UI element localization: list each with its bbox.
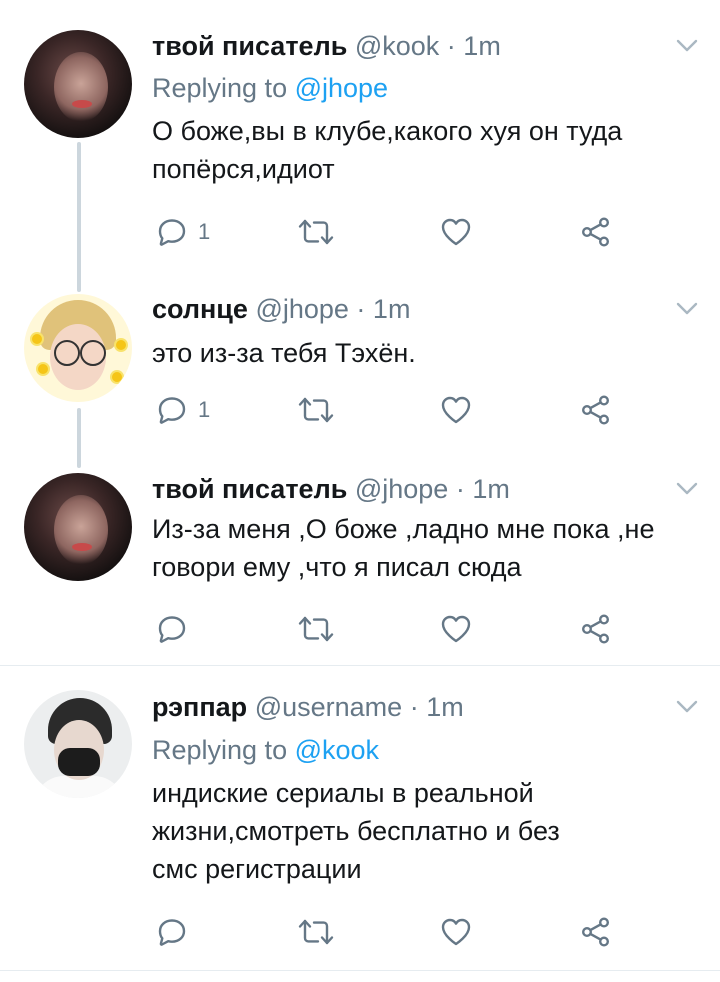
timestamp[interactable]: 1m xyxy=(472,474,510,504)
display-name[interactable]: твой писатель xyxy=(152,474,347,504)
retweet-button[interactable] xyxy=(298,212,334,252)
replying-handle-link[interactable]: @kook xyxy=(295,735,379,765)
retweet-icon xyxy=(298,916,334,948)
reply-icon xyxy=(156,216,188,248)
share-button[interactable] xyxy=(580,912,612,952)
avatar[interactable] xyxy=(24,473,132,581)
heart-icon xyxy=(440,394,472,426)
share-button[interactable] xyxy=(580,609,612,649)
user-handle[interactable]: @kook xyxy=(355,31,439,61)
tweet-text: это из-за тебя Тэхён. xyxy=(152,334,697,372)
share-button[interactable] xyxy=(580,390,612,430)
tweet-text: Из-за меня ,О боже ,ладно мне пока ,не г… xyxy=(152,510,697,586)
tweet-text-line: жизни,смотреть бесплатно и без xyxy=(152,816,560,846)
chevron-down-icon[interactable] xyxy=(676,302,698,316)
tweet-text-line: Из-за меня ,О боже ,ладно мне пока ,не xyxy=(152,514,655,544)
reply-icon xyxy=(156,394,188,426)
tweet-text-line: смс регистрации xyxy=(152,854,362,884)
tweet-text: индиские сериалы в реальной жизни,смотре… xyxy=(152,774,697,888)
chevron-down-icon[interactable] xyxy=(676,39,698,53)
tweet-text-line: попёрся,идиот xyxy=(152,154,335,184)
tweet-header: рэппар @username · 1m xyxy=(152,694,464,721)
reply-count: 1 xyxy=(198,397,211,422)
like-button[interactable] xyxy=(440,609,472,649)
retweet-button[interactable] xyxy=(298,912,334,952)
replying-handle-link[interactable]: @jhope xyxy=(295,73,388,103)
avatar[interactable] xyxy=(24,690,132,798)
tweet-text-line: О боже,вы в клубе,какого хуя он туда xyxy=(152,116,623,146)
reply-button[interactable] xyxy=(156,912,188,952)
retweet-button[interactable] xyxy=(298,390,334,430)
tweet-text-line: индиские сериалы в реальной xyxy=(152,778,534,808)
thread-connector xyxy=(77,408,81,468)
reply-button[interactable] xyxy=(156,609,188,649)
share-button[interactable] xyxy=(580,212,612,252)
replying-label: Replying to xyxy=(152,735,295,765)
tweet-divider xyxy=(0,970,720,971)
separator: · xyxy=(448,474,473,504)
separator: · xyxy=(439,31,464,61)
tweet-actions xyxy=(152,609,632,649)
heart-icon xyxy=(440,916,472,948)
share-icon xyxy=(580,613,612,645)
reply-button[interactable]: 1 xyxy=(156,212,210,252)
separator: · xyxy=(402,692,427,722)
avatar[interactable] xyxy=(24,294,132,402)
user-handle[interactable]: @jhope xyxy=(255,294,348,324)
like-button[interactable] xyxy=(440,912,472,952)
chevron-down-icon[interactable] xyxy=(676,482,698,496)
like-button[interactable] xyxy=(440,212,472,252)
heart-icon xyxy=(440,613,472,645)
tweet-actions: 1 xyxy=(152,390,632,430)
tweet-divider xyxy=(0,665,720,666)
replying-label: Replying to xyxy=(152,73,295,103)
tweet-header: твой писатель @kook · 1m xyxy=(152,33,501,60)
timestamp[interactable]: 1m xyxy=(463,31,501,61)
replying-to: Replying to @jhope xyxy=(152,75,388,102)
retweet-button[interactable] xyxy=(298,609,334,649)
retweet-icon xyxy=(298,613,334,645)
tweet-text: О боже,вы в клубе,какого хуя он туда поп… xyxy=(152,112,697,188)
share-icon xyxy=(580,394,612,426)
reply-icon xyxy=(156,613,188,645)
reply-count: 1 xyxy=(198,219,211,244)
avatar[interactable] xyxy=(24,30,132,138)
user-handle[interactable]: @jhope xyxy=(355,474,448,504)
tweet-header: твой писатель @jhope · 1m xyxy=(152,476,510,503)
like-button[interactable] xyxy=(440,390,472,430)
tweet-actions xyxy=(152,912,632,952)
display-name[interactable]: солнце xyxy=(152,294,248,324)
thread-connector xyxy=(77,142,81,292)
tweet-text-line: говори ему ,что я писал сюда xyxy=(152,552,522,582)
timestamp[interactable]: 1m xyxy=(426,692,464,722)
tweet-actions: 1 xyxy=(152,212,632,252)
heart-icon xyxy=(440,216,472,248)
display-name[interactable]: твой писатель xyxy=(152,31,347,61)
reply-button[interactable]: 1 xyxy=(156,390,210,430)
retweet-icon xyxy=(298,394,334,426)
share-icon xyxy=(580,916,612,948)
chevron-down-icon[interactable] xyxy=(676,700,698,714)
retweet-icon xyxy=(298,216,334,248)
tweet-text-line: это из-за тебя Тэхён. xyxy=(152,338,416,368)
display-name[interactable]: рэппар xyxy=(152,692,247,722)
tweet-header: солнце @jhope · 1m xyxy=(152,296,410,323)
share-icon xyxy=(580,216,612,248)
reply-icon xyxy=(156,916,188,948)
replying-to: Replying to @kook xyxy=(152,737,379,764)
separator: · xyxy=(348,294,373,324)
user-handle[interactable]: @username xyxy=(255,692,402,722)
timestamp[interactable]: 1m xyxy=(373,294,411,324)
